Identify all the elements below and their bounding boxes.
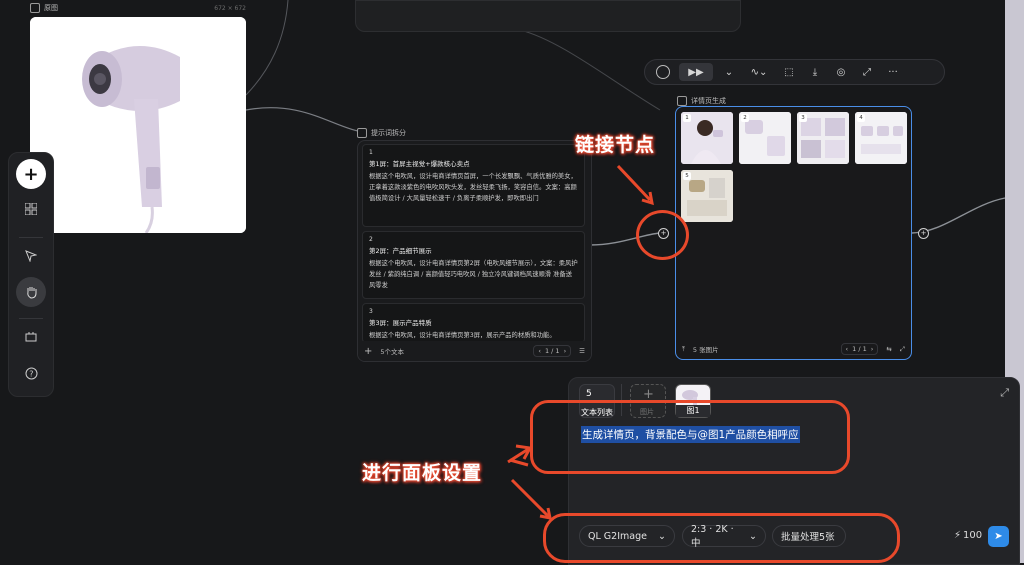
annotation-ring-settings [543, 513, 900, 563]
annotation-link-node: 链接节点 [575, 134, 656, 156]
annotation-arrows [507, 164, 654, 520]
annotation-panel-settings: 进行面板设置 [362, 462, 483, 484]
annotation-ring-link [636, 210, 689, 260]
annotation-ring-prompt [530, 400, 850, 474]
